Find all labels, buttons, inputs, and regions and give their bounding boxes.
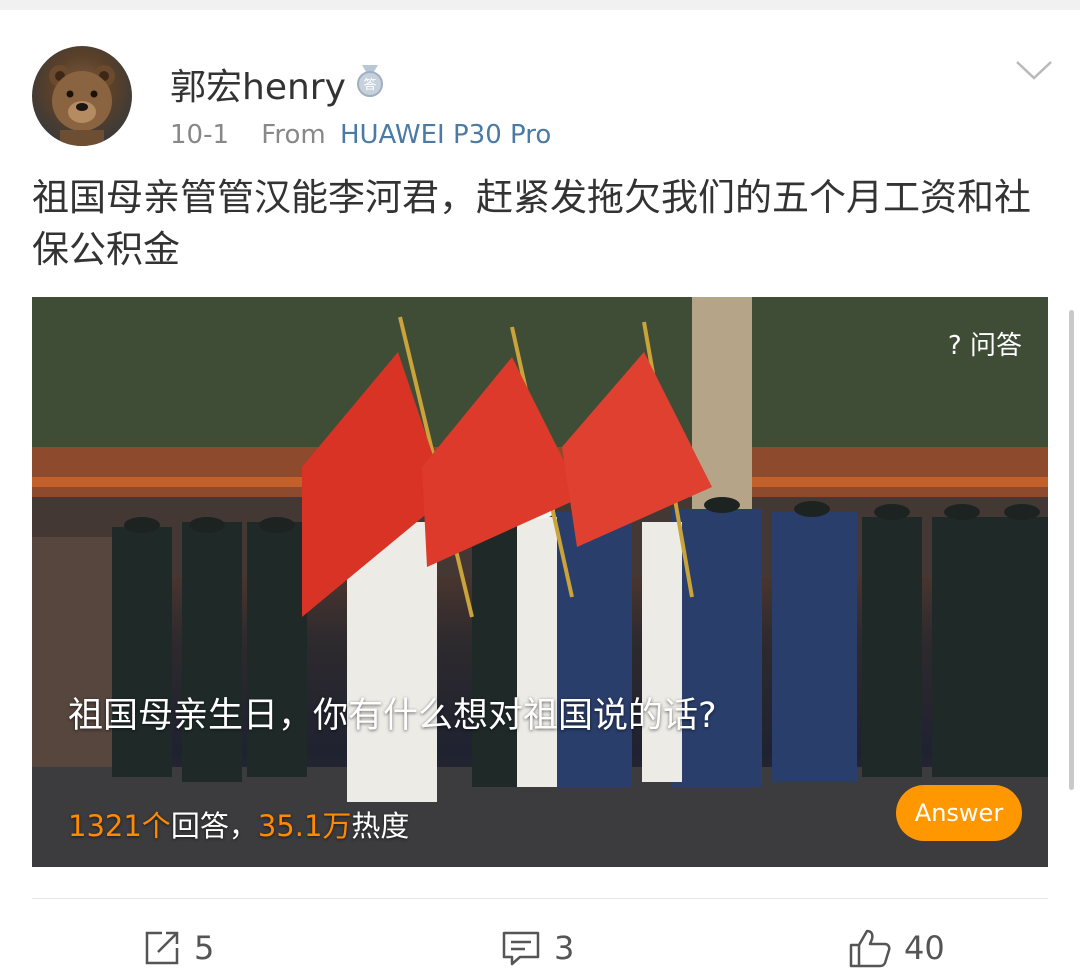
answers-count: 1321个	[68, 809, 171, 843]
heat-count: 35.1万	[257, 809, 352, 843]
device-link[interactable]: HUAWEI P30 Pro	[340, 120, 551, 150]
svg-text:答: 答	[363, 77, 376, 93]
bear-avatar-icon	[49, 65, 115, 146]
answer-button[interactable]: Answer	[896, 785, 1022, 841]
like-count: 40	[904, 929, 945, 967]
chevron-down-icon[interactable]	[1014, 58, 1054, 84]
post-text: 祖国母亲管管汉能李河君，赶紧发拖欠我们的五个月工资和社保公积金	[32, 176, 1031, 271]
comment-action[interactable]: 3	[500, 926, 574, 970]
top-divider-bar	[0, 0, 1080, 10]
parade-photo	[32, 297, 1048, 867]
share-count: 5	[194, 929, 215, 967]
heat-label: 热度	[351, 809, 410, 843]
actions-divider	[32, 898, 1048, 899]
from-label: From	[261, 120, 326, 150]
comment-icon	[502, 931, 540, 966]
qa-card[interactable]: ? 问答 祖国母亲生日，你有什么想对祖国说的话? 1321个回答，35.1万热度…	[32, 297, 1048, 867]
answers-label: 回答，	[170, 809, 258, 843]
avatar[interactable]	[32, 46, 132, 146]
username[interactable]: 郭宏henry	[170, 58, 346, 110]
medal-badge-icon: 答	[357, 65, 383, 97]
share-action[interactable]: 5	[142, 926, 214, 970]
like-icon	[849, 929, 891, 968]
card-title: 祖国母亲生日，你有什么想对祖国说的话?	[68, 696, 717, 736]
post-time: 10-1	[170, 120, 230, 150]
card-stats: 1321个回答，35.1万热度	[68, 803, 409, 845]
like-action[interactable]: 40	[848, 926, 945, 970]
share-icon	[145, 931, 179, 965]
post-meta: 10-1 From HUAWEI P30 Pro	[170, 120, 551, 150]
comment-count: 3	[554, 929, 575, 967]
qa-tag: ? 问答	[947, 331, 1022, 361]
scrollbar[interactable]	[1069, 310, 1074, 790]
